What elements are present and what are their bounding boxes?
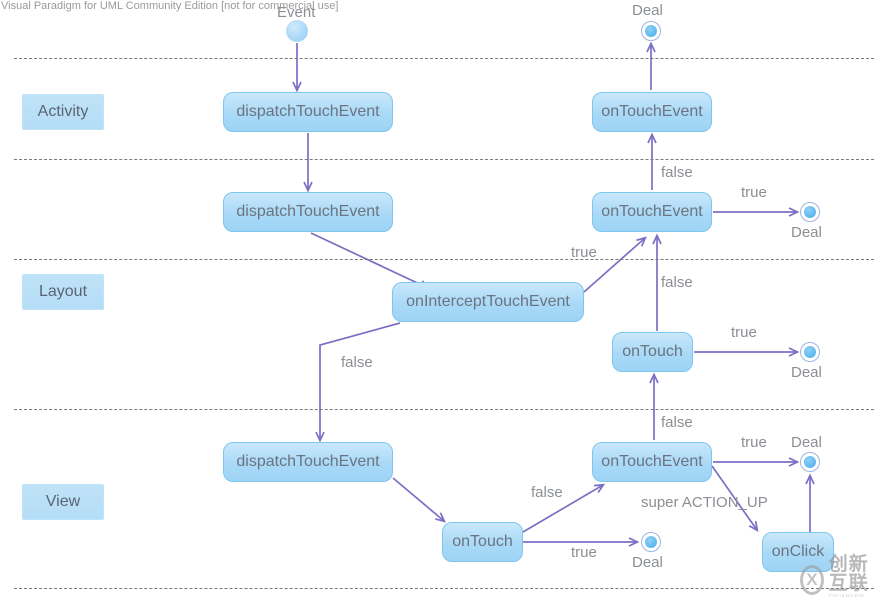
final-node-deal-view-ontouch-caption: Deal xyxy=(632,554,663,571)
final-node-deal-layout-ontouch-caption: Deal xyxy=(791,364,822,381)
lane-label-layout[interactable]: Layout xyxy=(22,274,104,310)
final-node-deal-layout-ontouch[interactable] xyxy=(800,342,820,362)
final-node-deal-view-ontouch[interactable] xyxy=(641,532,661,552)
edge-label-true-layout-ontouchevent: true xyxy=(741,184,767,201)
diagram-canvas: Visual Paradigm for UML Community Editio… xyxy=(0,0,888,597)
node-activity-ontouchevent[interactable]: onTouchEvent xyxy=(592,92,712,132)
lane-separator xyxy=(14,259,874,260)
final-node-deal-view[interactable] xyxy=(800,452,820,472)
edge-label-true-layout-ontouch: true xyxy=(731,324,757,341)
lane-separator xyxy=(14,58,874,59)
initial-node-event[interactable] xyxy=(286,20,308,42)
edge-label-true-onintercept: true xyxy=(571,244,597,261)
lane-label-activity[interactable]: Activity xyxy=(22,94,104,130)
lane-label-view[interactable]: View xyxy=(22,484,104,520)
node-view-dispatchtouchevent[interactable]: dispatchTouchEvent xyxy=(223,442,393,482)
node-view-ontouch[interactable]: onTouch xyxy=(442,522,523,562)
edge-view-dispatch-to-view-ontouch xyxy=(392,477,446,523)
final-node-deal-layout-ontouchevent[interactable] xyxy=(800,202,820,222)
node-activity-dispatchtouchevent[interactable]: dispatchTouchEvent xyxy=(223,92,393,132)
final-node-deal-layout-ontouchevent-caption: Deal xyxy=(791,224,822,241)
circled-x-logo-icon: X xyxy=(800,565,824,595)
lane-separator xyxy=(14,159,874,160)
lane-separator xyxy=(14,588,874,589)
node-onintercepttouchevent[interactable]: onInterceptTouchEvent xyxy=(392,282,584,322)
edge-label-false-layout-ontouch: false xyxy=(661,274,693,291)
final-node-deal-view-caption: Deal xyxy=(791,434,822,451)
final-node-deal-activity[interactable] xyxy=(641,21,661,41)
edge-label-false-view-ontouch: false xyxy=(531,484,563,501)
site-logo-watermark: X 创新互联 CHUANGXIN HULIAN xyxy=(800,555,888,597)
lane-separator xyxy=(14,409,874,410)
edge-label-false-view-ontouchevent: false xyxy=(661,414,693,431)
edge-onintercept-to-view-dispatch xyxy=(315,322,401,443)
edge-label-true-view-ontouch: true xyxy=(571,544,597,561)
edge-label-super-action-up: super ACTION_UP xyxy=(641,494,768,511)
edge-label-true-view-ontouchevent: true xyxy=(741,434,767,451)
edge-layout-dispatch-to-onintercept xyxy=(310,232,431,290)
initial-node-event-caption: Event xyxy=(277,4,316,21)
watermark-logo-cn: 创新互联 xyxy=(828,554,869,594)
node-layout-ontouchevent[interactable]: onTouchEvent xyxy=(592,192,712,232)
final-node-deal-activity-caption: Deal xyxy=(632,2,663,19)
node-layout-dispatchtouchevent[interactable]: dispatchTouchEvent xyxy=(223,192,393,232)
edge-label-false-onintercept: false xyxy=(341,354,373,371)
node-view-ontouchevent[interactable]: onTouchEvent xyxy=(592,442,712,482)
edge-label-false-layout-to-activity: false xyxy=(661,164,693,181)
node-layout-ontouch[interactable]: onTouch xyxy=(612,332,693,372)
